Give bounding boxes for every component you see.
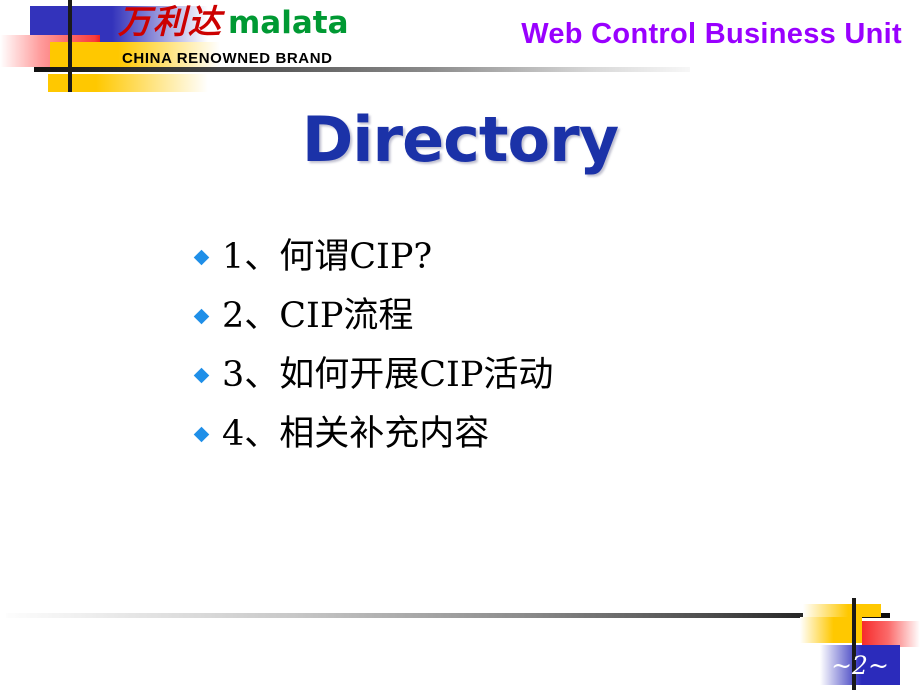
slide-canvas: 万利达 malata CHINA RENOWNED BRAND Web Cont… <box>0 0 920 690</box>
diamond-bullet-icon <box>193 367 222 384</box>
footer-horizontal-rule <box>6 613 890 618</box>
diamond-bullet-icon <box>193 249 222 266</box>
list-item-label: 2、CIP流程 <box>222 296 414 337</box>
list-item-label: 4、相关补充内容 <box>222 414 490 455</box>
header-horizontal-rule <box>34 67 690 72</box>
logo-chinese-wordmark: 万利达 <box>118 2 223 41</box>
list-item[interactable]: 3、如何开展CIP活动 <box>193 346 856 405</box>
directory-list: 1、何谓CIP? 2、CIP流程 3、如何开展CIP活动 4、相关补充内容 <box>193 228 856 464</box>
diamond-bullet-icon <box>193 426 222 443</box>
footer-decoration-yellow-bar <box>803 604 881 617</box>
logo-tagline: CHINA RENOWNED BRAND <box>122 50 333 67</box>
list-item[interactable]: 4、相关补充内容 <box>193 405 856 464</box>
header-decoration-yellow-bar <box>48 74 208 92</box>
logo-english-wordmark: malata <box>228 5 349 41</box>
list-item-label: 1、何谓CIP? <box>222 237 433 278</box>
list-item[interactable]: 1、何谓CIP? <box>193 228 856 287</box>
diamond-bullet-icon <box>193 308 222 325</box>
footer-decoration-red-block <box>862 621 920 647</box>
list-item[interactable]: 2、CIP流程 <box>193 287 856 346</box>
business-unit-title: Web Control Business Unit <box>521 18 902 50</box>
list-item-label: 3、如何开展CIP活动 <box>222 355 554 396</box>
header-decoration-vertical-line <box>68 0 72 92</box>
page-number: ~2~ <box>831 651 889 680</box>
page-title: Directory <box>301 103 619 176</box>
